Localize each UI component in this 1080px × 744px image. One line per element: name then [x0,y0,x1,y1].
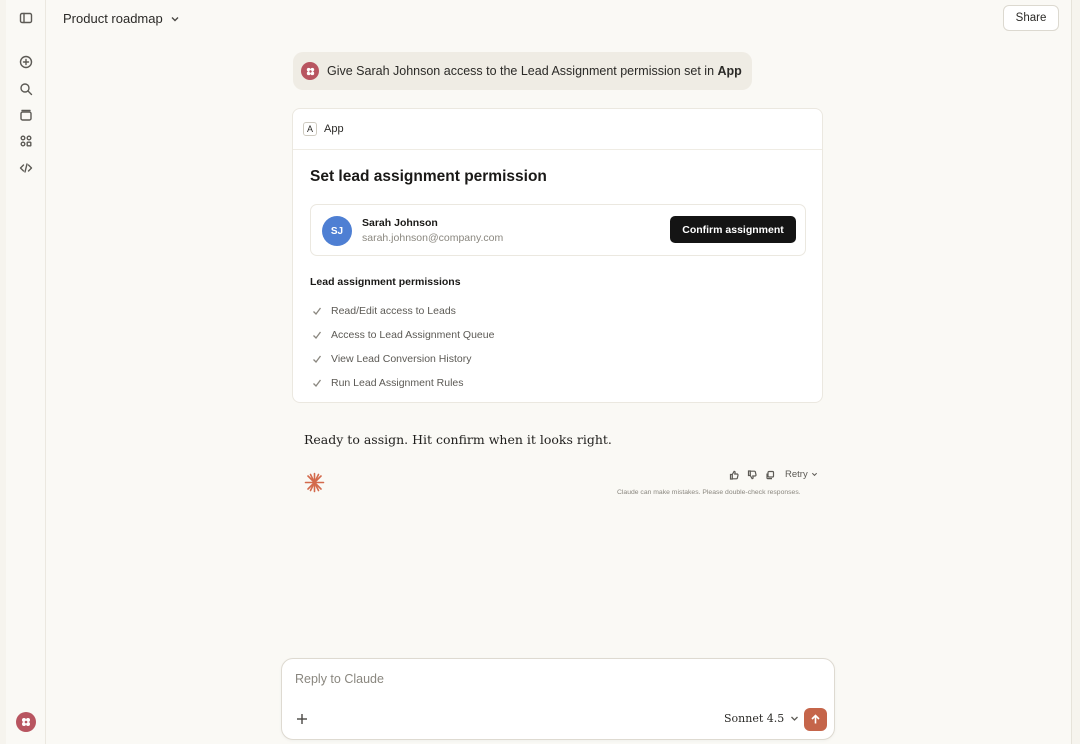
thumbs-up-icon[interactable] [729,470,739,480]
chevron-down-icon [171,16,179,21]
model-selector[interactable]: Sonnet 4.5 [724,712,799,725]
user-name: Sarah Johnson [362,217,438,229]
check-icon [313,331,322,339]
chevron-down-icon [811,472,817,477]
permissions-heading: Lead assignment permissions [310,276,461,288]
retry-button[interactable]: Retry [785,469,818,480]
conversation-title-dropdown[interactable]: Product roadmap [63,11,180,26]
sidebar-toggle-icon[interactable] [16,8,36,28]
user-message: Give Sarah Johnson access to the Lead As… [293,52,752,90]
user-initials-avatar: SJ [322,216,352,246]
chevron-down-icon [791,716,799,721]
permission-item: Read/Edit access to Leads [312,299,494,323]
add-attachment-button[interactable] [294,711,310,727]
permission-item: Run Lead Assignment Rules [312,371,494,395]
permission-item: View Lead Conversion History [312,347,494,371]
check-icon [313,355,322,363]
plus-icon [297,714,307,724]
assistant-reply: Ready to assign. Hit confirm when it loo… [304,432,612,447]
conversation-title: Product roadmap [63,11,163,26]
check-icon [313,307,322,315]
sidebar [6,0,46,744]
code-icon[interactable] [16,158,36,178]
permissions-list: Read/Edit access to Leads Access to Lead… [312,299,494,395]
user-message-text: Give Sarah Johnson access to the Lead As… [327,64,742,78]
search-icon[interactable] [16,79,36,99]
user-avatar[interactable] [16,712,36,732]
claude-spark-icon [304,472,325,493]
artifacts-icon[interactable] [16,131,36,151]
arrow-up-icon [811,714,820,724]
confirm-assignment-button[interactable]: Confirm assignment [670,216,796,243]
flower-icon [22,718,30,726]
app-card-header: A App [293,109,822,150]
app-badge-icon: A [303,122,317,136]
app-widget-card: A App Set lead assignment permission SJ … [292,108,823,403]
flower-icon [306,67,314,75]
share-button[interactable]: Share [1003,5,1059,31]
projects-icon[interactable] [16,105,36,125]
message-actions: Retry [729,469,818,480]
new-chat-icon[interactable] [16,52,36,72]
permission-item: Access to Lead Assignment Queue [312,323,494,347]
user-row: SJ Sarah Johnson sarah.johnson@company.c… [310,204,806,256]
user-email: sarah.johnson@company.com [362,232,504,244]
thumbs-down-icon[interactable] [747,469,757,480]
reply-input[interactable] [295,670,795,688]
send-button[interactable] [804,708,827,731]
check-icon [313,379,322,387]
composer: Sonnet 4.5 [281,658,835,740]
copy-icon[interactable] [765,470,775,480]
card-title: Set lead assignment permission [310,168,547,185]
model-name: Sonnet 4.5 [724,712,785,725]
user-message-avatar [301,62,319,80]
app-name: App [324,123,344,135]
disclaimer-text: Claude can make mistakes. Please double-… [617,489,801,496]
